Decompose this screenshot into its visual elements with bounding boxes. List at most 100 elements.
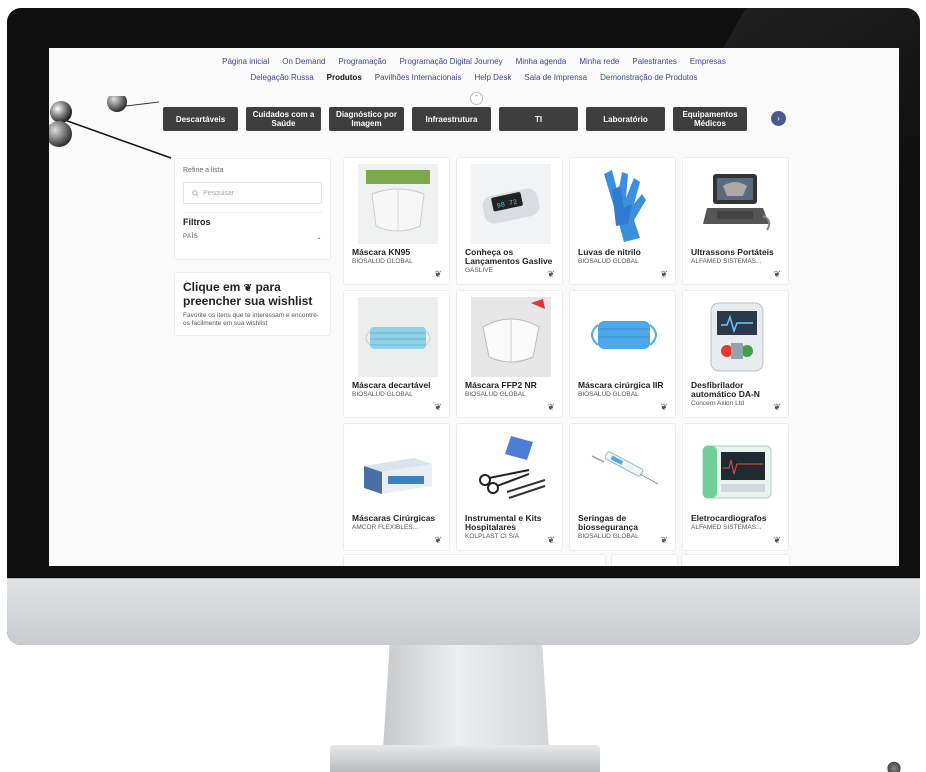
chevron-down-icon: ⌄ bbox=[316, 235, 322, 241]
monitor-frame: Página inicial On Demand Programação Pro… bbox=[7, 8, 920, 645]
product-grid: Máscara KN95 BIOSALUD GLOBAL ❦ 98 72 Conheça… bbox=[343, 157, 789, 551]
monitor-chin bbox=[7, 578, 920, 645]
wishlist-icon[interactable]: ❦ bbox=[659, 535, 669, 545]
nav-sala-imprensa[interactable]: Sala de Imprensa bbox=[524, 70, 587, 86]
nav-digital-journey[interactable]: Programação Digital Journey bbox=[399, 54, 502, 70]
wishlist-panel: Clique em ❦ para preencher sua wishlist … bbox=[174, 272, 331, 336]
product-company: ALFAMED SISTEMAS... bbox=[691, 258, 762, 265]
category-bar: Descartáveis Cuidados com a Saúde Diagnó… bbox=[163, 107, 747, 131]
filters-title: Filtros bbox=[183, 217, 211, 227]
wishlist-icon[interactable]: ❦ bbox=[433, 402, 443, 412]
product-name: Máscaras Cirúrgicas bbox=[352, 513, 436, 523]
category-laboratorio[interactable]: Laboratório bbox=[586, 107, 665, 131]
search-placeholder: Pesquisar bbox=[203, 189, 235, 197]
product-company: Concern Axion Ltd bbox=[691, 400, 745, 407]
nav-produtos[interactable]: Produtos bbox=[327, 70, 362, 86]
refine-label: Refine a lista bbox=[183, 167, 224, 174]
category-equipamentos-medicos[interactable]: Equipamentos Médicos bbox=[673, 107, 747, 131]
wishlist-icon[interactable]: ❦ bbox=[772, 402, 782, 412]
chevron-right-icon: › bbox=[777, 114, 780, 123]
defibrillator-image bbox=[697, 297, 777, 377]
surgical-mask-image bbox=[584, 297, 664, 377]
nav-pavilhoes[interactable]: Pavilhões Internacionais bbox=[375, 70, 462, 86]
nav-empresas[interactable]: Empresas bbox=[690, 54, 726, 70]
product-card[interactable]: Luvas de nitrilo BIOSALUD GLOBAL ❦ bbox=[569, 157, 676, 285]
wishlist-icon[interactable]: ❦ bbox=[546, 402, 556, 412]
wishlist-description: Favorite os itens que te interessam e en… bbox=[183, 312, 319, 327]
refine-panel: Refine a lista Pesquisar Filtros PAÍS ⌄ bbox=[174, 158, 331, 260]
chevron-up-icon: ⌃ bbox=[473, 95, 480, 102]
nav-help-desk[interactable]: Help Desk bbox=[474, 70, 511, 86]
wishlist-icon[interactable]: ❦ bbox=[772, 535, 782, 545]
product-name: Instrumental e Kits Hospitalares bbox=[465, 513, 542, 532]
corner-logo-icon bbox=[887, 760, 901, 772]
ffp2-mask-image bbox=[471, 297, 551, 377]
product-company: BIOSALUD GLOBAL bbox=[578, 533, 639, 540]
product-card[interactable]: Ultrassons Portáteis ALFAMED SISTEMAS... ❦ bbox=[682, 157, 789, 285]
product-name: Desfibrilador automático DA-N bbox=[691, 380, 760, 399]
country-filter[interactable]: PAÍS ⌄ bbox=[183, 234, 322, 241]
product-card[interactable]: Desfibrilador automático DA-N Concern Axi… bbox=[682, 290, 789, 418]
wishlist-icon[interactable]: ❦ bbox=[659, 402, 669, 412]
wishlist-icon[interactable]: ❦ bbox=[772, 269, 782, 279]
nav-pagina-inicial[interactable]: Página inicial bbox=[222, 54, 269, 70]
wishlist-icon[interactable]: ❦ bbox=[546, 535, 556, 545]
product-card[interactable]: Máscara FFP2 NR BIOSALUD GLOBAL ❦ bbox=[456, 290, 563, 418]
product-card[interactable]: Máscara decartável BIOSALUD GLOBAL ❦ bbox=[343, 290, 450, 418]
product-name: Ultrassons Portáteis bbox=[691, 247, 774, 257]
nav-on-demand[interactable]: On Demand bbox=[282, 54, 325, 70]
wishlist-title: Clique em ❦ para preencher sua wishlist bbox=[183, 281, 322, 307]
nav-minha-rede[interactable]: Minha rede bbox=[579, 54, 619, 70]
category-infraestrutura[interactable]: Infraestrutura bbox=[412, 107, 491, 131]
product-company: GASLIVE bbox=[465, 267, 493, 274]
product-company: BIOSALUD GLOBAL bbox=[352, 258, 413, 265]
nav-demonstracao[interactable]: Demonstração de Produtos bbox=[600, 70, 697, 86]
category-next-button[interactable]: › bbox=[771, 111, 786, 126]
product-company: BIOSALUD GLOBAL bbox=[352, 391, 413, 398]
product-name: Eletrocardiografos bbox=[691, 513, 767, 523]
nav-delegacao-russa[interactable]: Delegação Russa bbox=[251, 70, 314, 86]
product-card[interactable]: Instrumental e Kits Hospitalares KOLPLAST… bbox=[456, 423, 563, 551]
product-card[interactable]: Máscara cirúrgica IIR BIOSALUD GLOBAL ❦ bbox=[569, 290, 676, 418]
product-company: AMCOR FLEXIBLES... bbox=[352, 524, 419, 531]
product-name: Luvas de nitrilo bbox=[578, 247, 641, 257]
product-card[interactable]: Seringas de biossegurança BIOSALUD GLOBAL… bbox=[569, 423, 676, 551]
disposable-mask-image bbox=[358, 297, 438, 377]
mask-box-image bbox=[358, 430, 438, 510]
sidebar: Refine a lista Pesquisar Filtros PAÍS ⌄ … bbox=[174, 158, 331, 336]
browser-screen: Página inicial On Demand Programação Pro… bbox=[49, 48, 899, 566]
category-diagnostico-imagem[interactable]: Diagnóstico por Imagem bbox=[329, 107, 404, 131]
wishlist-icon[interactable]: ❦ bbox=[433, 269, 443, 279]
portable-ultrasound-image bbox=[697, 164, 777, 244]
nav-programacao[interactable]: Programação bbox=[338, 54, 386, 70]
product-card-partial[interactable] bbox=[681, 554, 790, 566]
product-company: ALFAMED SISTEMAS... bbox=[691, 524, 762, 531]
product-card[interactable]: 98 72 Conheça os Lançamentos Gaslive GASLI… bbox=[456, 157, 563, 285]
nav-minha-agenda[interactable]: Minha agenda bbox=[516, 54, 567, 70]
product-card-partial[interactable] bbox=[343, 554, 606, 566]
search-icon bbox=[192, 189, 199, 197]
product-card[interactable]: Máscaras Cirúrgicas AMCOR FLEXIBLES... ❦ bbox=[343, 423, 450, 551]
product-name: Máscara decartável bbox=[352, 380, 431, 390]
product-card-partial[interactable] bbox=[611, 554, 678, 566]
pulse-oximeter-image: 98 72 bbox=[471, 164, 551, 244]
product-name: Seringas de biossegurança bbox=[578, 513, 638, 532]
product-name: Máscara cirúrgica IIR bbox=[578, 380, 664, 390]
wishlist-icon[interactable]: ❦ bbox=[659, 269, 669, 279]
monitor-stand-base bbox=[330, 745, 600, 772]
product-card[interactable]: Máscara KN95 BIOSALUD GLOBAL ❦ bbox=[343, 157, 450, 285]
category-descartaveis[interactable]: Descartáveis bbox=[163, 107, 238, 131]
nav-palestrantes[interactable]: Palestrantes bbox=[632, 54, 676, 70]
collapse-nav-button[interactable]: ⌃ bbox=[470, 92, 483, 105]
wishlist-icon[interactable]: ❦ bbox=[546, 269, 556, 279]
product-name: Máscara KN95 bbox=[352, 247, 411, 257]
wishlist-icon[interactable]: ❦ bbox=[433, 535, 443, 545]
category-cuidados-saude[interactable]: Cuidados com a Saúde bbox=[246, 107, 321, 131]
search-input[interactable]: Pesquisar bbox=[183, 182, 322, 204]
category-ti[interactable]: TI bbox=[499, 107, 578, 131]
product-card[interactable]: Eletrocardiografos ALFAMED SISTEMAS... ❦ bbox=[682, 423, 789, 551]
wishlist-heart-icon: ❦ bbox=[243, 283, 253, 294]
product-name: Conheça os Lançamentos Gaslive bbox=[465, 247, 553, 266]
surgical-instruments-image bbox=[471, 430, 551, 510]
kn95-mask-image bbox=[358, 164, 438, 244]
